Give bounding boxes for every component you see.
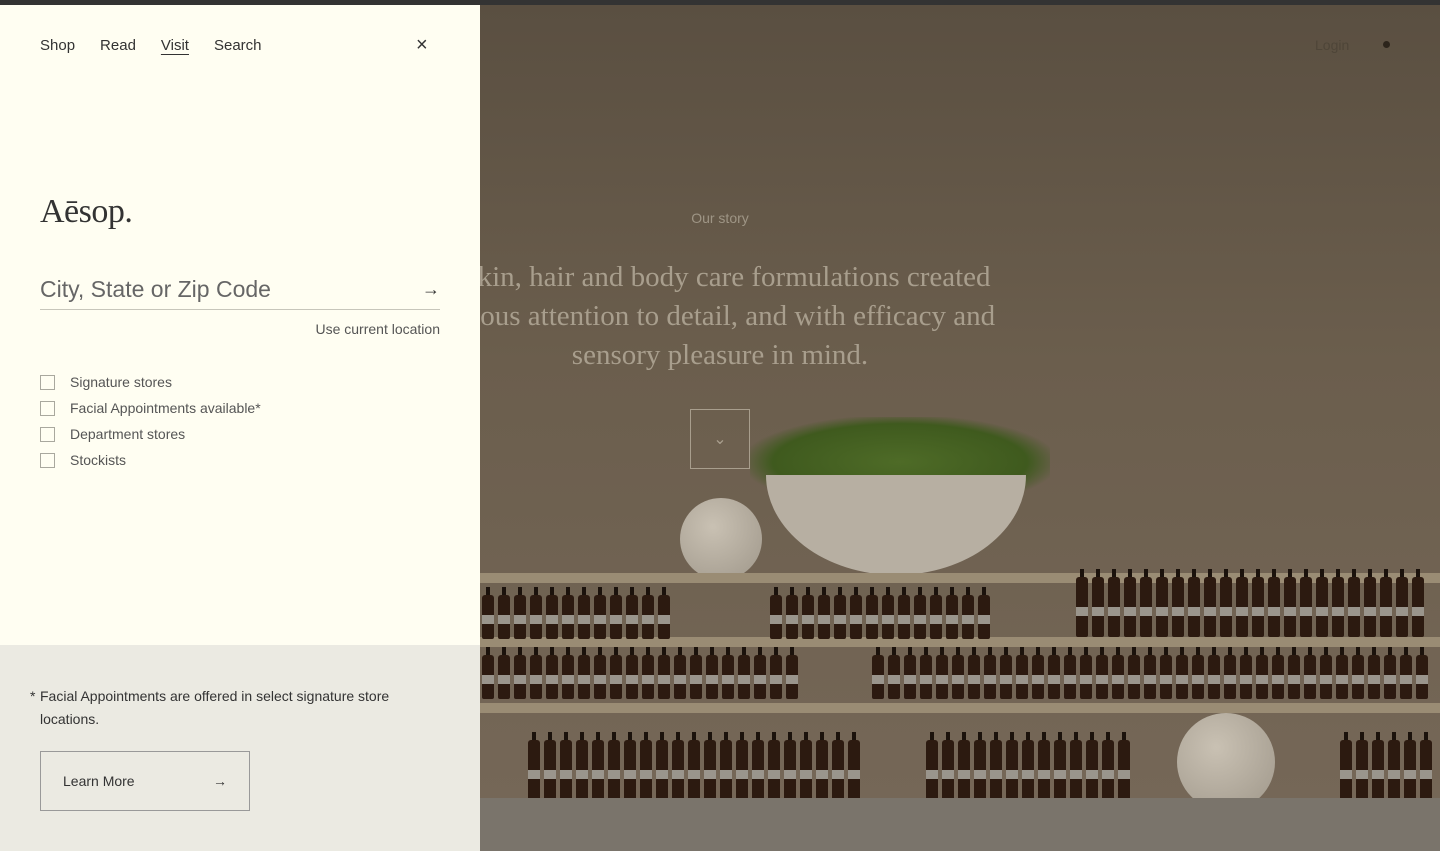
learn-more-button[interactable]: Learn More → xyxy=(40,751,250,811)
planter-bowl xyxy=(766,475,1026,575)
nav-search[interactable]: Search xyxy=(214,37,262,54)
nav-read[interactable]: Read xyxy=(100,37,136,54)
footnote-marker: * xyxy=(30,688,36,704)
login-link[interactable]: Login xyxy=(1315,37,1349,53)
learn-more-label: Learn More xyxy=(63,773,135,789)
close-icon[interactable]: × xyxy=(416,35,428,55)
filter-facial-appointments[interactable]: Facial Appointments available* xyxy=(40,395,261,421)
location-search-input[interactable] xyxy=(40,276,400,303)
checkbox[interactable] xyxy=(40,452,55,468)
use-current-location-link[interactable]: Use current location xyxy=(315,321,440,337)
filter-label: Department stores xyxy=(70,426,186,442)
bottle-row xyxy=(926,732,1130,798)
bottle-row xyxy=(770,587,990,639)
store-locator-drawer: Shop Read Visit Search × Aēsop. → Use cu… xyxy=(0,5,480,851)
arrow-right-icon[interactable]: → xyxy=(422,279,440,300)
filter-label: Signature stores xyxy=(70,374,172,390)
decor-sphere xyxy=(680,498,762,580)
filter-department-stores[interactable]: Department stores xyxy=(40,421,261,447)
checkbox[interactable] xyxy=(40,426,55,442)
bottle-row xyxy=(1340,732,1432,798)
hero-statement: r skin, hair and body care formulations … xyxy=(444,261,996,371)
drawer-footer: * Facial Appointments are offered in sel… xyxy=(0,645,480,851)
bottle-row xyxy=(1076,569,1424,637)
bottle-row xyxy=(872,647,1428,699)
checkbox[interactable] xyxy=(40,400,55,416)
checkbox[interactable] xyxy=(40,374,55,390)
nav-shop[interactable]: Shop xyxy=(40,37,75,54)
bottle-row xyxy=(482,587,670,639)
filter-signature-stores[interactable]: Signature stores xyxy=(40,369,261,395)
shelf xyxy=(480,703,1440,713)
filter-label: Facial Appointments available* xyxy=(70,400,261,416)
bottle-row xyxy=(482,647,798,699)
filter-label: Stockists xyxy=(70,452,127,468)
bottle-row xyxy=(528,732,860,798)
nav-visit[interactable]: Visit xyxy=(161,37,189,54)
arrow-right-icon: → xyxy=(213,773,227,789)
store-type-filters: Signature stores Facial Appointments ava… xyxy=(40,369,261,473)
location-search: → xyxy=(40,270,440,310)
cart-dot-icon[interactable] xyxy=(1383,41,1390,48)
hero-eyebrow: Our story xyxy=(691,210,749,226)
decor-sphere xyxy=(1177,713,1275,798)
aesop-logo: Aēsop. xyxy=(40,193,133,230)
drawer-nav: Shop Read Visit Search xyxy=(40,37,262,54)
chevron-down-icon: ⌄ xyxy=(713,431,727,448)
facial-appointments-note: * Facial Appointments are offered in sel… xyxy=(30,685,420,731)
scroll-down-button[interactable]: ⌄ xyxy=(690,409,750,469)
footnote-text: Facial Appointments are offered in selec… xyxy=(40,688,390,727)
filter-stockists[interactable]: Stockists xyxy=(40,447,261,473)
